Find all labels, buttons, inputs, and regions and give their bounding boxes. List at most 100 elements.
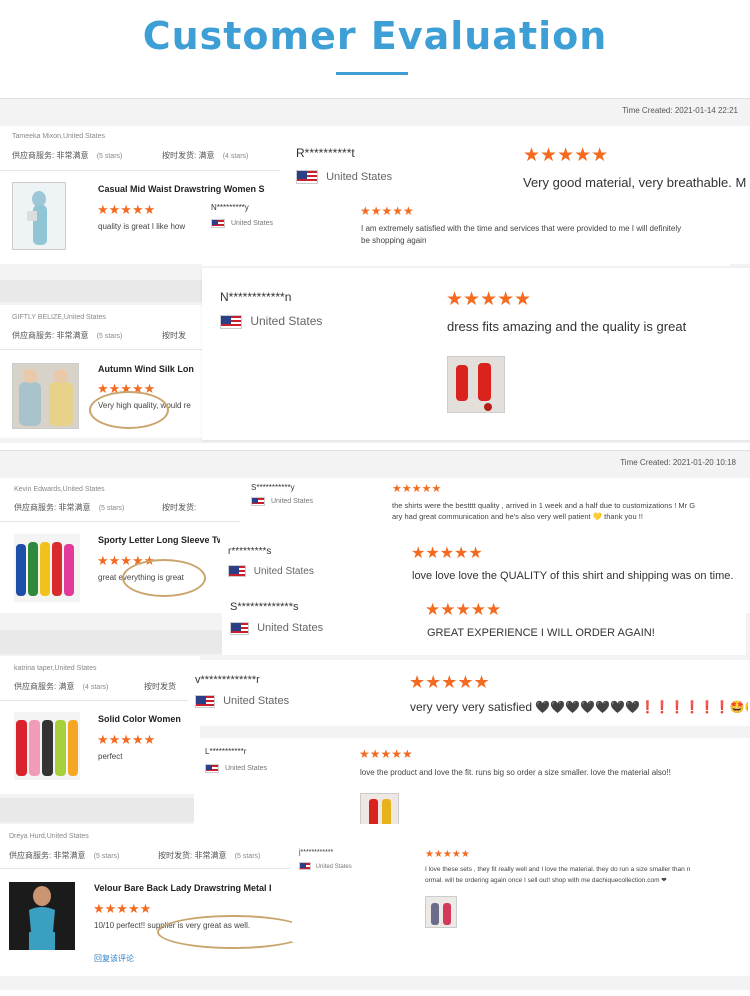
- product-title[interactable]: Solid Color Women: [98, 714, 194, 724]
- reviewer-country: United States: [220, 314, 322, 329]
- us-flag-icon: [220, 314, 242, 329]
- country-label: United States: [253, 565, 314, 577]
- star-rating: ★★★★★: [97, 202, 156, 217]
- us-flag-icon: [211, 219, 225, 228]
- country-label: United States: [326, 170, 393, 183]
- reviewer-name: Kevin Edwards,United States: [14, 486, 105, 493]
- us-flag-icon: [296, 170, 318, 184]
- product-title[interactable]: Autumn Wind Silk Lon: [98, 364, 202, 374]
- reviewer-name: L***********r: [205, 747, 247, 756]
- reviewer-name: Dreya Hurd,United States: [9, 833, 89, 840]
- us-flag-icon: [195, 695, 215, 708]
- product-thumbnail[interactable]: [12, 363, 79, 429]
- page-title: Customer Evaluation: [142, 14, 608, 58]
- service-rating: 供应商服务: 非常满意 (5 stars): [12, 330, 122, 341]
- highlight-oval: [122, 559, 206, 597]
- us-flag-icon: [230, 622, 249, 635]
- reviewer-country: United States: [296, 170, 392, 184]
- star-rating: ★★★★★: [360, 204, 414, 218]
- reviewer-name: S***********y: [251, 483, 295, 492]
- product-title[interactable]: Velour Bare Back Lady Drawstring Metal I: [94, 883, 286, 893]
- service-rating-stars: (4 stars): [82, 684, 109, 691]
- us-flag-icon: [228, 565, 246, 577]
- service-rating-stars: (5 stars): [96, 333, 123, 340]
- review-text-line2: ary had great communication and he's als…: [392, 512, 643, 521]
- shipping-rating: 按时发货: [144, 682, 176, 691]
- service-rating-label: 供应商服务: 非常满意: [12, 151, 89, 160]
- shipping-rating-stars: (4 stars): [222, 153, 249, 160]
- separator-band: [0, 280, 202, 302]
- reviewer-name: Tameeka Mixon,United States: [12, 133, 105, 140]
- title-underline: [336, 72, 408, 75]
- time-created: Time Created: 2021-01-14 22:21: [622, 106, 738, 115]
- reviewer-country: United States: [195, 695, 289, 708]
- shipping-rating: 按时发: [162, 331, 186, 340]
- star-rating: ★★★★★: [411, 545, 483, 562]
- country-label: United States: [257, 622, 324, 635]
- review-text: very very very satisfied 🖤🖤🖤🖤🖤🖤🖤❗❗❗❗❗❗🤩😋: [410, 700, 748, 714]
- reviewer-country: United States: [230, 622, 323, 635]
- service-rating-stars: (5 stars): [93, 853, 120, 860]
- shipping-rating: 按时发货: 满意 (4 stars): [162, 150, 248, 161]
- service-rating: 供应商服务: 满意 (4 stars): [14, 681, 108, 692]
- star-rating: ★★★★★: [359, 747, 413, 761]
- service-rating-stars: (5 stars): [98, 505, 125, 512]
- review-text: quality is great I like how: [98, 222, 186, 231]
- reviewer-country: United States: [251, 497, 313, 506]
- country-label: United States: [223, 695, 290, 708]
- product-thumbnail[interactable]: [9, 882, 75, 950]
- star-rating: ★★★★★: [425, 600, 502, 619]
- review-text: I am extremely satisfied with the time a…: [361, 224, 682, 233]
- reviewer-name: N*********y: [211, 203, 249, 212]
- review-text: love love love the QUALITY of this shirt…: [412, 570, 734, 582]
- country-label: United States: [250, 314, 323, 328]
- star-rating: ★★★★★: [392, 483, 442, 495]
- star-rating: ★★★★★: [97, 732, 156, 747]
- service-rating-label: 供应商服务: 非常满意: [12, 331, 89, 340]
- reviewer-name: N************n: [220, 290, 292, 304]
- review-text: GREAT EXPERIENCE I WILL ORDER AGAIN!: [427, 627, 655, 639]
- review-text: I love these sets , they fit really well…: [425, 866, 691, 873]
- reviewer-name: S*************s: [230, 601, 299, 613]
- divider: [0, 700, 200, 701]
- service-rating: 供应商服务: 非常满意 (5 stars): [14, 502, 124, 513]
- reviewer-name: katrina taper,United States: [14, 665, 97, 672]
- star-rating: ★★★★★: [409, 672, 490, 692]
- reviewer-name: j************: [299, 849, 334, 856]
- separator-band: [0, 798, 194, 822]
- service-rating-label: 供应商服务: 满意: [14, 682, 75, 691]
- product-thumbnail[interactable]: [14, 534, 80, 602]
- review-text: Very good material, very breathable. M: [523, 175, 747, 190]
- shipping-rating: 按时发货:: [162, 503, 197, 512]
- reviewer-country: United States: [205, 764, 267, 773]
- product-thumbnail[interactable]: [12, 182, 66, 250]
- overlay-review-card: [188, 660, 750, 726]
- shipping-rating: 按时发货: 非常满意 (5 stars): [158, 850, 260, 861]
- divider: [0, 521, 240, 522]
- review-photo[interactable]: [447, 356, 505, 413]
- review-photo[interactable]: [425, 896, 457, 928]
- service-rating-label: 供应商服务: 非常满意: [9, 851, 86, 860]
- product-title[interactable]: Casual Mid Waist Drawstring Women S: [98, 184, 278, 194]
- us-flag-icon: [205, 764, 219, 773]
- product-title[interactable]: Sporty Letter Long Sleeve Two: [98, 535, 240, 545]
- separator-band: [0, 630, 222, 654]
- divider: [0, 868, 290, 869]
- review-text: perfect: [98, 752, 123, 761]
- divider: [0, 349, 202, 350]
- star-rating: ★★★★★: [446, 289, 532, 310]
- reviewer-name: v*************r: [195, 674, 260, 686]
- highlight-oval: [89, 391, 169, 429]
- review-text: the shirts were the bestttt quality , ar…: [392, 501, 696, 510]
- us-flag-icon: [299, 862, 311, 870]
- reviewer-name: R**********t: [296, 146, 355, 160]
- country-label: United States: [270, 498, 313, 506]
- product-thumbnail[interactable]: [14, 712, 80, 780]
- reply-link[interactable]: 回复该评论: [94, 953, 134, 964]
- country-label: United States: [315, 863, 352, 870]
- star-rating: ★★★★★: [523, 145, 609, 166]
- us-flag-icon: [251, 497, 265, 506]
- overlay-review-card: [292, 842, 750, 942]
- review-text-line2: ormal. will be ordering again once I sel…: [425, 877, 667, 884]
- time-created: Time Created: 2021-01-20 10:18: [620, 458, 736, 467]
